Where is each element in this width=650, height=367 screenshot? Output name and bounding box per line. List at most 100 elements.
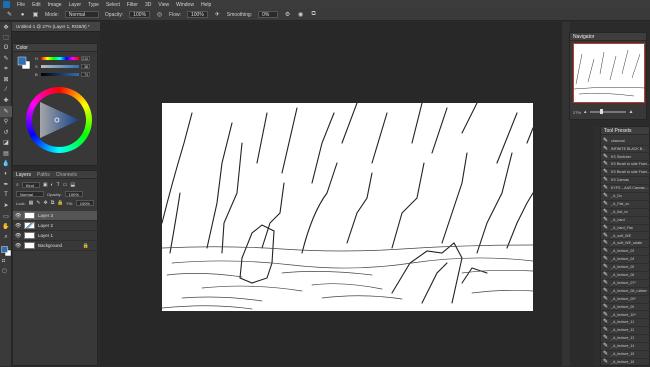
blur-tool-icon[interactable]: 💧 [0, 159, 12, 170]
layer-row[interactable]: 👁 Layer 1 [13, 231, 97, 241]
opacity-field[interactable]: 100% [129, 11, 151, 18]
eyedropper-tool-icon[interactable]: ⁄ [0, 85, 12, 96]
mode-select[interactable]: Normal [64, 11, 99, 18]
saturation-value[interactable]: 38 [81, 64, 90, 69]
quick-select-tool-icon[interactable]: ✎ [0, 54, 12, 65]
crop-tool-icon[interactable]: ⌗ [0, 64, 12, 75]
photoshop-logo-icon[interactable] [3, 1, 10, 8]
menu-view[interactable]: View [158, 2, 169, 8]
fill-field[interactable]: 100% [75, 200, 94, 206]
tab-channels[interactable]: Channels [56, 172, 77, 178]
menu-filter[interactable]: Filter [127, 2, 138, 8]
lock-artboard-icon[interactable]: ⧉ [51, 200, 55, 206]
clone-stamp-tool-icon[interactable]: ⚲ [0, 117, 12, 128]
layer-name[interactable]: Layer 2 [38, 223, 53, 228]
blend-mode-select[interactable]: Normal [16, 191, 44, 197]
airbrush-icon[interactable]: ✈ [214, 11, 221, 18]
dodge-tool-icon[interactable]: ◐ [0, 169, 12, 180]
menu-type[interactable]: Type [88, 2, 99, 8]
zoom-tool-icon[interactable]: ⌕ [0, 232, 12, 243]
menu-select[interactable]: Select [106, 2, 120, 8]
lock-all-icon[interactable]: 🔒 [57, 200, 63, 206]
navigator-thumbnail[interactable] [573, 43, 647, 103]
smoothing-settings-gear-icon[interactable]: ⚙ [284, 11, 291, 18]
lock-transparent-icon[interactable]: ▦ [29, 200, 34, 206]
type-tool-icon[interactable]: T [0, 190, 12, 201]
menu-file[interactable]: File [17, 2, 25, 8]
layer-row[interactable]: 👁 Background 🔒 [13, 241, 97, 251]
color-triangle[interactable] [37, 100, 81, 140]
filter-shape-icon[interactable]: ▭ [63, 182, 68, 188]
gradient-tool-icon[interactable]: ▤ [0, 148, 12, 159]
symmetry-icon[interactable]: ⧉ [310, 11, 317, 18]
menu-edit[interactable]: Edit [32, 2, 41, 8]
color-swatches-icon[interactable] [17, 56, 31, 70]
brush-settings-icon[interactable]: ▣ [32, 11, 39, 18]
menu-window[interactable]: Window [176, 2, 194, 8]
layer-opacity-field[interactable]: 100% [64, 191, 83, 197]
zoom-out-icon[interactable]: ▴ [584, 109, 587, 115]
pressure-size-icon[interactable]: ◉ [297, 11, 304, 18]
brightness-slider[interactable]: B 73 [35, 72, 90, 77]
rectangle-tool-icon[interactable]: ▭ [0, 211, 12, 222]
zoom-in-icon[interactable]: ▲ [629, 109, 634, 115]
brush-tool-icon[interactable]: ✎ [0, 106, 12, 117]
quick-mask-icon[interactable]: ◘ [2, 258, 10, 264]
tab-layers[interactable]: Layers [16, 172, 31, 178]
menu-image[interactable]: Image [48, 2, 62, 8]
visibility-eye-icon[interactable]: 👁 [15, 243, 21, 249]
layer-name[interactable]: Layer 3 [38, 213, 53, 218]
tool-preset-item[interactable]: ✎ _A_texture_16 [601, 358, 650, 367]
flow-field[interactable]: 100% [187, 11, 208, 18]
menu-help[interactable]: Help [201, 2, 211, 8]
layer-name[interactable]: Background [38, 243, 62, 248]
document-tab[interactable]: Untitled-1 @ 27% (Layer 1, RGB/8) * [14, 22, 90, 32]
path-selection-tool-icon[interactable]: ➤ [0, 201, 12, 212]
brush-tool-icon[interactable]: ✎ [6, 11, 13, 18]
frame-tool-icon[interactable]: ⊠ [0, 75, 12, 86]
pen-tool-icon[interactable]: ✒ [0, 180, 12, 191]
navigator-zoom-slider[interactable] [589, 109, 626, 114]
document-canvas[interactable] [161, 102, 534, 311]
pressure-opacity-icon[interactable]: ◎ [156, 11, 163, 18]
tab-navigator[interactable]: Navigator [573, 34, 594, 40]
menu-layer[interactable]: Layer [69, 2, 82, 8]
visibility-eye-icon[interactable]: 👁 [15, 233, 21, 239]
history-brush-tool-icon[interactable]: ↺ [0, 127, 12, 138]
tab-tool-presets[interactable]: Tool Presets [604, 128, 632, 134]
eraser-tool-icon[interactable]: ◪ [0, 138, 12, 149]
tab-paths[interactable]: Paths [37, 172, 50, 178]
filter-pixel-icon[interactable]: ▣ [43, 182, 48, 188]
layer-kind-select[interactable]: Kind [21, 182, 40, 188]
hand-tool-icon[interactable]: ✋ [0, 222, 12, 233]
layer-row[interactable]: 👁 Layer 3 [13, 211, 97, 221]
filter-type-icon[interactable]: T [57, 182, 60, 188]
saturation-track[interactable] [41, 65, 79, 68]
visibility-eye-icon[interactable]: 👁 [15, 213, 21, 219]
brush-preset-picker-icon[interactable]: ● [19, 11, 26, 18]
zoom-slider-handle-icon[interactable] [599, 109, 603, 114]
layer-row[interactable]: 👁 Layer 2 [13, 221, 97, 231]
hue-slider[interactable]: H 210 [35, 56, 90, 61]
smoothing-field[interactable]: 0% [258, 11, 279, 18]
healing-brush-tool-icon[interactable]: ✚ [0, 96, 12, 107]
foreground-background-swatch-icon[interactable] [1, 246, 11, 256]
menu-3d[interactable]: 3D [145, 2, 151, 8]
screen-mode-icon[interactable]: ▢ [2, 268, 10, 274]
hue-value[interactable]: 210 [81, 56, 90, 61]
brightness-value[interactable]: 73 [81, 72, 90, 77]
visibility-eye-icon[interactable]: 👁 [15, 223, 21, 229]
filter-smart-object-icon[interactable]: ⬓ [70, 182, 75, 188]
saturation-slider[interactable]: S 38 [35, 64, 90, 69]
lock-position-icon[interactable]: ✥ [44, 200, 48, 206]
brightness-track[interactable] [41, 73, 79, 76]
marquee-tool-icon[interactable]: ⬚ [0, 33, 12, 44]
lock-image-icon[interactable]: ✎ [36, 200, 40, 206]
tab-color[interactable]: Color [16, 45, 28, 51]
navigator-zoom-value[interactable]: 27% [573, 110, 581, 115]
hue-track[interactable] [41, 57, 79, 60]
layer-name[interactable]: Layer 1 [38, 233, 53, 238]
lasso-tool-icon[interactable]: ʘ [0, 43, 12, 54]
move-tool-icon[interactable]: ✥ [0, 22, 12, 33]
filter-adjustment-icon[interactable]: ◐ [51, 182, 54, 188]
